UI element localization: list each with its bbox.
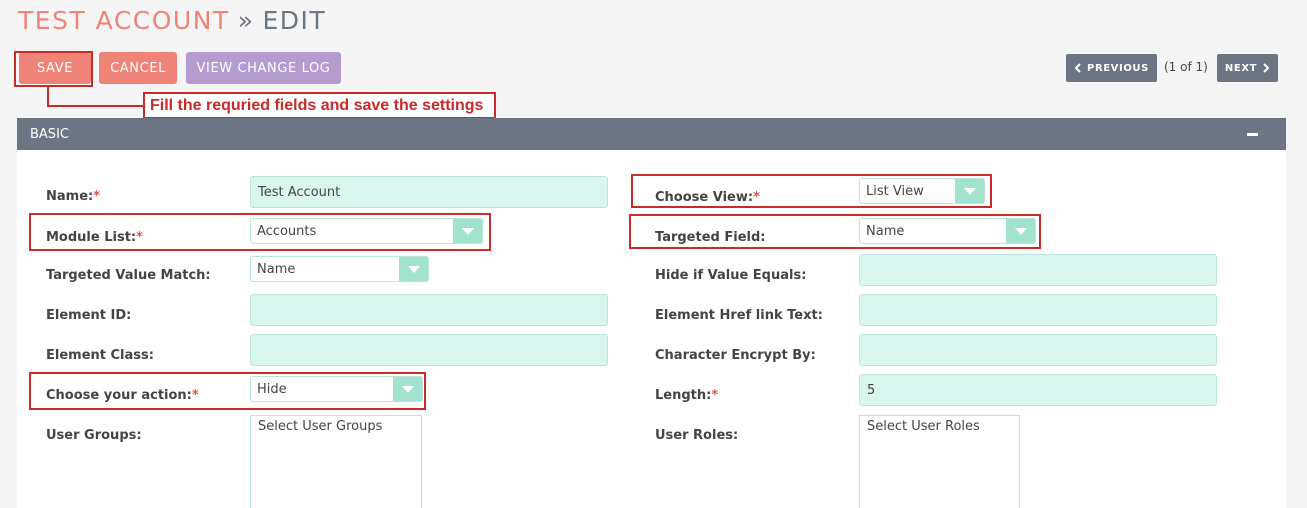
hide-if-value-input[interactable]	[859, 254, 1217, 286]
chevron-left-icon	[1074, 63, 1081, 73]
choose-view-value: List View	[866, 183, 924, 199]
chevron-down-icon	[399, 257, 428, 281]
targeted-value-match-select[interactable]: Name	[250, 256, 429, 282]
targeted-value-match-label: Targeted Value Match:	[46, 268, 211, 283]
user-roles-label: User Roles:	[655, 428, 739, 443]
choose-view-select[interactable]: List View	[859, 178, 985, 204]
save-button[interactable]: SAVE	[19, 52, 91, 84]
chevron-down-icon	[453, 219, 482, 243]
title-separator: »	[237, 6, 255, 35]
length-input[interactable]: 5	[859, 374, 1217, 406]
collapse-icon[interactable]	[1247, 133, 1258, 136]
module-name: TEST ACCOUNT	[18, 6, 230, 35]
hide-if-value-label: Hide if Value Equals:	[655, 268, 807, 283]
next-label: NEXT	[1224, 62, 1258, 74]
element-class-label: Element Class:	[46, 348, 154, 363]
targeted-field-label: Targeted Field:	[655, 230, 766, 245]
name-input[interactable]: Test Account	[250, 176, 608, 208]
choose-view-label: Choose View:*	[655, 190, 760, 205]
previous-button[interactable]: PREVIOUS	[1066, 54, 1157, 82]
choose-action-select[interactable]: Hide	[250, 376, 423, 402]
chevron-down-icon	[393, 377, 422, 401]
panel-header[interactable]: BASIC	[17, 118, 1286, 150]
module-list-label: Module List:*	[46, 230, 143, 245]
annotation-callout: Fill the requried fields and save the se…	[143, 92, 496, 119]
panel-title: BASIC	[30, 126, 69, 142]
cancel-button[interactable]: CANCEL	[99, 52, 177, 84]
chevron-right-icon	[1263, 63, 1270, 73]
element-id-input[interactable]	[250, 294, 608, 326]
element-id-label: Element ID:	[46, 308, 132, 323]
choose-action-label: Choose your action:*	[46, 388, 199, 403]
name-label: Name:*	[46, 189, 101, 204]
user-groups-multiselect[interactable]: Select User Groups	[250, 415, 422, 508]
view-change-log-button[interactable]: VIEW CHANGE LOG	[186, 52, 341, 84]
page-title: TEST ACCOUNT» EDIT	[18, 6, 326, 35]
annotation-connector-horizontal	[47, 105, 144, 107]
user-groups-label: User Groups:	[46, 428, 142, 443]
module-list-select[interactable]: Accounts	[250, 218, 483, 244]
annotation-connector-vertical	[47, 86, 49, 107]
next-button[interactable]: NEXT	[1217, 54, 1278, 82]
targeted-field-value: Name	[866, 223, 905, 239]
char-encrypt-label: Character Encrypt By:	[655, 348, 816, 363]
user-roles-multiselect[interactable]: Select User Roles	[859, 415, 1020, 508]
previous-label: PREVIOUS	[1087, 62, 1149, 74]
element-href-label: Element Href link Text:	[655, 308, 823, 323]
targeted-field-select[interactable]: Name	[859, 218, 1036, 244]
char-encrypt-input[interactable]	[859, 334, 1217, 366]
view-name: EDIT	[262, 6, 327, 35]
record-count: (1 of 1)	[1164, 60, 1208, 74]
chevron-down-icon	[955, 179, 984, 203]
chevron-down-icon	[1006, 219, 1035, 243]
element-class-input[interactable]	[250, 334, 608, 366]
choose-action-value: Hide	[257, 381, 287, 397]
module-list-value: Accounts	[257, 223, 317, 239]
targeted-value-match-value: Name	[257, 261, 296, 277]
element-href-input[interactable]	[859, 294, 1217, 326]
length-label: Length:*	[655, 388, 719, 403]
